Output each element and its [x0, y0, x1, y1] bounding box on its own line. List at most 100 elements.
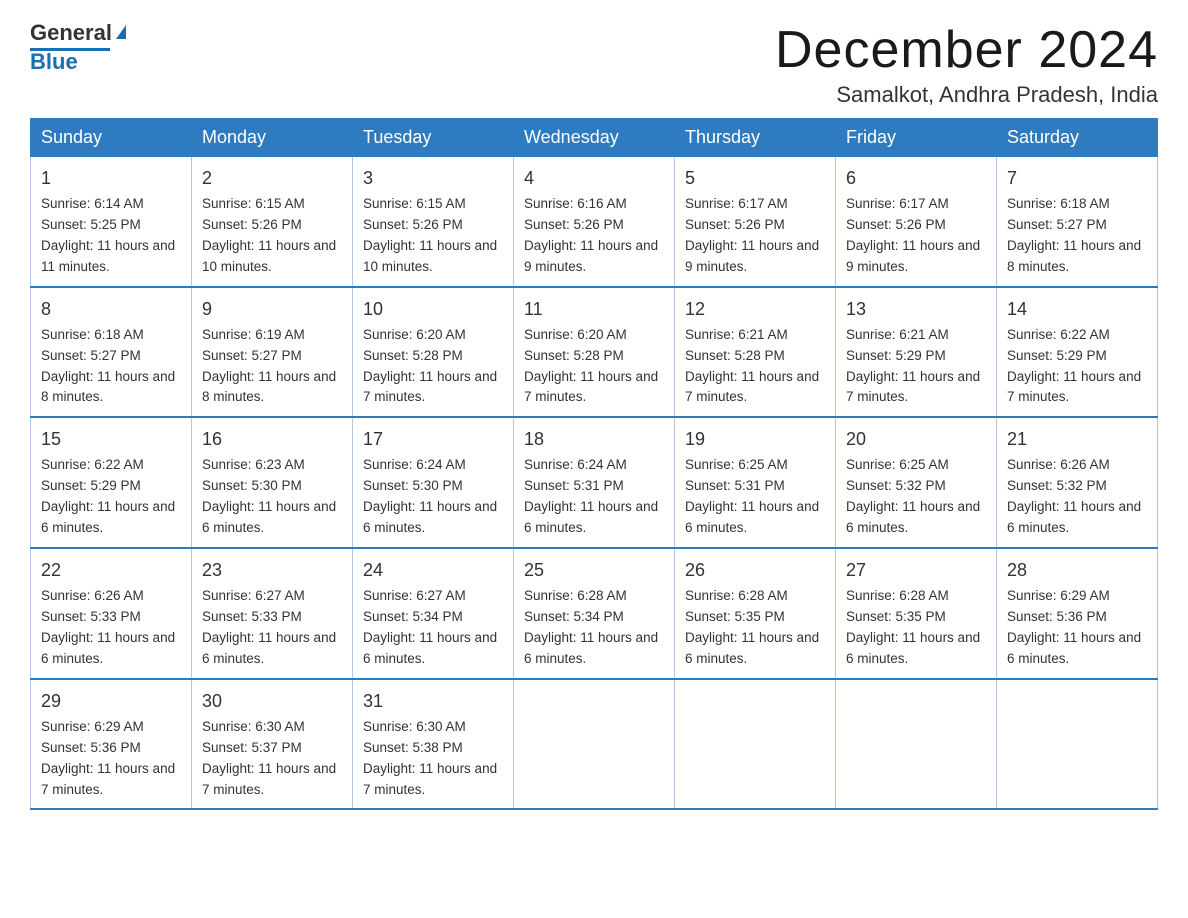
calendar-cell: 21Sunrise: 6:26 AMSunset: 5:32 PMDayligh… [997, 417, 1158, 548]
calendar-cell [675, 679, 836, 810]
day-info: Sunrise: 6:25 AMSunset: 5:31 PMDaylight:… [685, 455, 825, 539]
day-number: 8 [41, 296, 181, 323]
logo-general: General [30, 20, 112, 46]
day-info: Sunrise: 6:28 AMSunset: 5:35 PMDaylight:… [846, 586, 986, 670]
calendar-cell: 22Sunrise: 6:26 AMSunset: 5:33 PMDayligh… [31, 548, 192, 679]
location: Samalkot, Andhra Pradesh, India [775, 82, 1158, 108]
day-number: 18 [524, 426, 664, 453]
day-number: 29 [41, 688, 181, 715]
day-info: Sunrise: 6:28 AMSunset: 5:35 PMDaylight:… [685, 586, 825, 670]
day-info: Sunrise: 6:24 AMSunset: 5:31 PMDaylight:… [524, 455, 664, 539]
calendar-cell: 27Sunrise: 6:28 AMSunset: 5:35 PMDayligh… [836, 548, 997, 679]
calendar-cell: 25Sunrise: 6:28 AMSunset: 5:34 PMDayligh… [514, 548, 675, 679]
day-info: Sunrise: 6:22 AMSunset: 5:29 PMDaylight:… [1007, 325, 1147, 409]
calendar-cell [836, 679, 997, 810]
day-number: 9 [202, 296, 342, 323]
calendar-table: SundayMondayTuesdayWednesdayThursdayFrid… [30, 118, 1158, 810]
day-info: Sunrise: 6:20 AMSunset: 5:28 PMDaylight:… [524, 325, 664, 409]
calendar-week-row: 29Sunrise: 6:29 AMSunset: 5:36 PMDayligh… [31, 679, 1158, 810]
day-number: 20 [846, 426, 986, 453]
day-number: 23 [202, 557, 342, 584]
day-number: 5 [685, 165, 825, 192]
calendar-cell: 18Sunrise: 6:24 AMSunset: 5:31 PMDayligh… [514, 417, 675, 548]
day-info: Sunrise: 6:16 AMSunset: 5:26 PMDaylight:… [524, 194, 664, 278]
calendar-cell: 19Sunrise: 6:25 AMSunset: 5:31 PMDayligh… [675, 417, 836, 548]
day-number: 2 [202, 165, 342, 192]
day-info: Sunrise: 6:15 AMSunset: 5:26 PMDaylight:… [202, 194, 342, 278]
calendar-cell: 17Sunrise: 6:24 AMSunset: 5:30 PMDayligh… [353, 417, 514, 548]
calendar-week-row: 8Sunrise: 6:18 AMSunset: 5:27 PMDaylight… [31, 287, 1158, 418]
day-info: Sunrise: 6:22 AMSunset: 5:29 PMDaylight:… [41, 455, 181, 539]
calendar-cell: 30Sunrise: 6:30 AMSunset: 5:37 PMDayligh… [192, 679, 353, 810]
day-info: Sunrise: 6:29 AMSunset: 5:36 PMDaylight:… [1007, 586, 1147, 670]
day-number: 28 [1007, 557, 1147, 584]
logo-triangle-icon [116, 25, 126, 39]
day-number: 24 [363, 557, 503, 584]
day-info: Sunrise: 6:18 AMSunset: 5:27 PMDaylight:… [41, 325, 181, 409]
weekday-header-thursday: Thursday [675, 119, 836, 157]
calendar-cell: 11Sunrise: 6:20 AMSunset: 5:28 PMDayligh… [514, 287, 675, 418]
weekday-header-monday: Monday [192, 119, 353, 157]
day-info: Sunrise: 6:26 AMSunset: 5:32 PMDaylight:… [1007, 455, 1147, 539]
day-info: Sunrise: 6:17 AMSunset: 5:26 PMDaylight:… [685, 194, 825, 278]
calendar-cell: 14Sunrise: 6:22 AMSunset: 5:29 PMDayligh… [997, 287, 1158, 418]
calendar-cell: 7Sunrise: 6:18 AMSunset: 5:27 PMDaylight… [997, 157, 1158, 287]
calendar-cell: 3Sunrise: 6:15 AMSunset: 5:26 PMDaylight… [353, 157, 514, 287]
calendar-cell: 12Sunrise: 6:21 AMSunset: 5:28 PMDayligh… [675, 287, 836, 418]
calendar-cell: 29Sunrise: 6:29 AMSunset: 5:36 PMDayligh… [31, 679, 192, 810]
day-info: Sunrise: 6:30 AMSunset: 5:37 PMDaylight:… [202, 717, 342, 801]
day-number: 13 [846, 296, 986, 323]
day-number: 16 [202, 426, 342, 453]
day-info: Sunrise: 6:20 AMSunset: 5:28 PMDaylight:… [363, 325, 503, 409]
day-number: 6 [846, 165, 986, 192]
day-number: 15 [41, 426, 181, 453]
day-info: Sunrise: 6:18 AMSunset: 5:27 PMDaylight:… [1007, 194, 1147, 278]
day-number: 30 [202, 688, 342, 715]
calendar-cell: 23Sunrise: 6:27 AMSunset: 5:33 PMDayligh… [192, 548, 353, 679]
calendar-cell: 5Sunrise: 6:17 AMSunset: 5:26 PMDaylight… [675, 157, 836, 287]
calendar-cell: 1Sunrise: 6:14 AMSunset: 5:25 PMDaylight… [31, 157, 192, 287]
weekday-header-tuesday: Tuesday [353, 119, 514, 157]
calendar-cell: 24Sunrise: 6:27 AMSunset: 5:34 PMDayligh… [353, 548, 514, 679]
weekday-header-friday: Friday [836, 119, 997, 157]
day-info: Sunrise: 6:15 AMSunset: 5:26 PMDaylight:… [363, 194, 503, 278]
calendar-cell: 26Sunrise: 6:28 AMSunset: 5:35 PMDayligh… [675, 548, 836, 679]
day-info: Sunrise: 6:27 AMSunset: 5:33 PMDaylight:… [202, 586, 342, 670]
day-number: 17 [363, 426, 503, 453]
calendar-cell: 4Sunrise: 6:16 AMSunset: 5:26 PMDaylight… [514, 157, 675, 287]
calendar-cell [997, 679, 1158, 810]
day-info: Sunrise: 6:23 AMSunset: 5:30 PMDaylight:… [202, 455, 342, 539]
weekday-header-sunday: Sunday [31, 119, 192, 157]
calendar-cell: 13Sunrise: 6:21 AMSunset: 5:29 PMDayligh… [836, 287, 997, 418]
calendar-cell: 31Sunrise: 6:30 AMSunset: 5:38 PMDayligh… [353, 679, 514, 810]
calendar-cell: 15Sunrise: 6:22 AMSunset: 5:29 PMDayligh… [31, 417, 192, 548]
weekday-header-wednesday: Wednesday [514, 119, 675, 157]
day-number: 7 [1007, 165, 1147, 192]
calendar-cell: 8Sunrise: 6:18 AMSunset: 5:27 PMDaylight… [31, 287, 192, 418]
day-number: 14 [1007, 296, 1147, 323]
logo-text: General [30, 20, 126, 46]
day-number: 25 [524, 557, 664, 584]
weekday-header-saturday: Saturday [997, 119, 1158, 157]
calendar-cell: 16Sunrise: 6:23 AMSunset: 5:30 PMDayligh… [192, 417, 353, 548]
calendar-week-row: 22Sunrise: 6:26 AMSunset: 5:33 PMDayligh… [31, 548, 1158, 679]
calendar-week-row: 1Sunrise: 6:14 AMSunset: 5:25 PMDaylight… [31, 157, 1158, 287]
day-number: 4 [524, 165, 664, 192]
day-info: Sunrise: 6:19 AMSunset: 5:27 PMDaylight:… [202, 325, 342, 409]
calendar-week-row: 15Sunrise: 6:22 AMSunset: 5:29 PMDayligh… [31, 417, 1158, 548]
calendar-cell: 28Sunrise: 6:29 AMSunset: 5:36 PMDayligh… [997, 548, 1158, 679]
day-number: 3 [363, 165, 503, 192]
day-number: 21 [1007, 426, 1147, 453]
day-info: Sunrise: 6:24 AMSunset: 5:30 PMDaylight:… [363, 455, 503, 539]
day-info: Sunrise: 6:30 AMSunset: 5:38 PMDaylight:… [363, 717, 503, 801]
day-number: 11 [524, 296, 664, 323]
page-header: General Blue December 2024 Samalkot, And… [30, 20, 1158, 108]
calendar-cell: 20Sunrise: 6:25 AMSunset: 5:32 PMDayligh… [836, 417, 997, 548]
logo-blue-text: Blue [30, 49, 78, 75]
calendar-cell [514, 679, 675, 810]
day-number: 27 [846, 557, 986, 584]
title-section: December 2024 Samalkot, Andhra Pradesh, … [775, 20, 1158, 108]
logo: General Blue [30, 20, 126, 75]
calendar-cell: 9Sunrise: 6:19 AMSunset: 5:27 PMDaylight… [192, 287, 353, 418]
calendar-cell: 2Sunrise: 6:15 AMSunset: 5:26 PMDaylight… [192, 157, 353, 287]
